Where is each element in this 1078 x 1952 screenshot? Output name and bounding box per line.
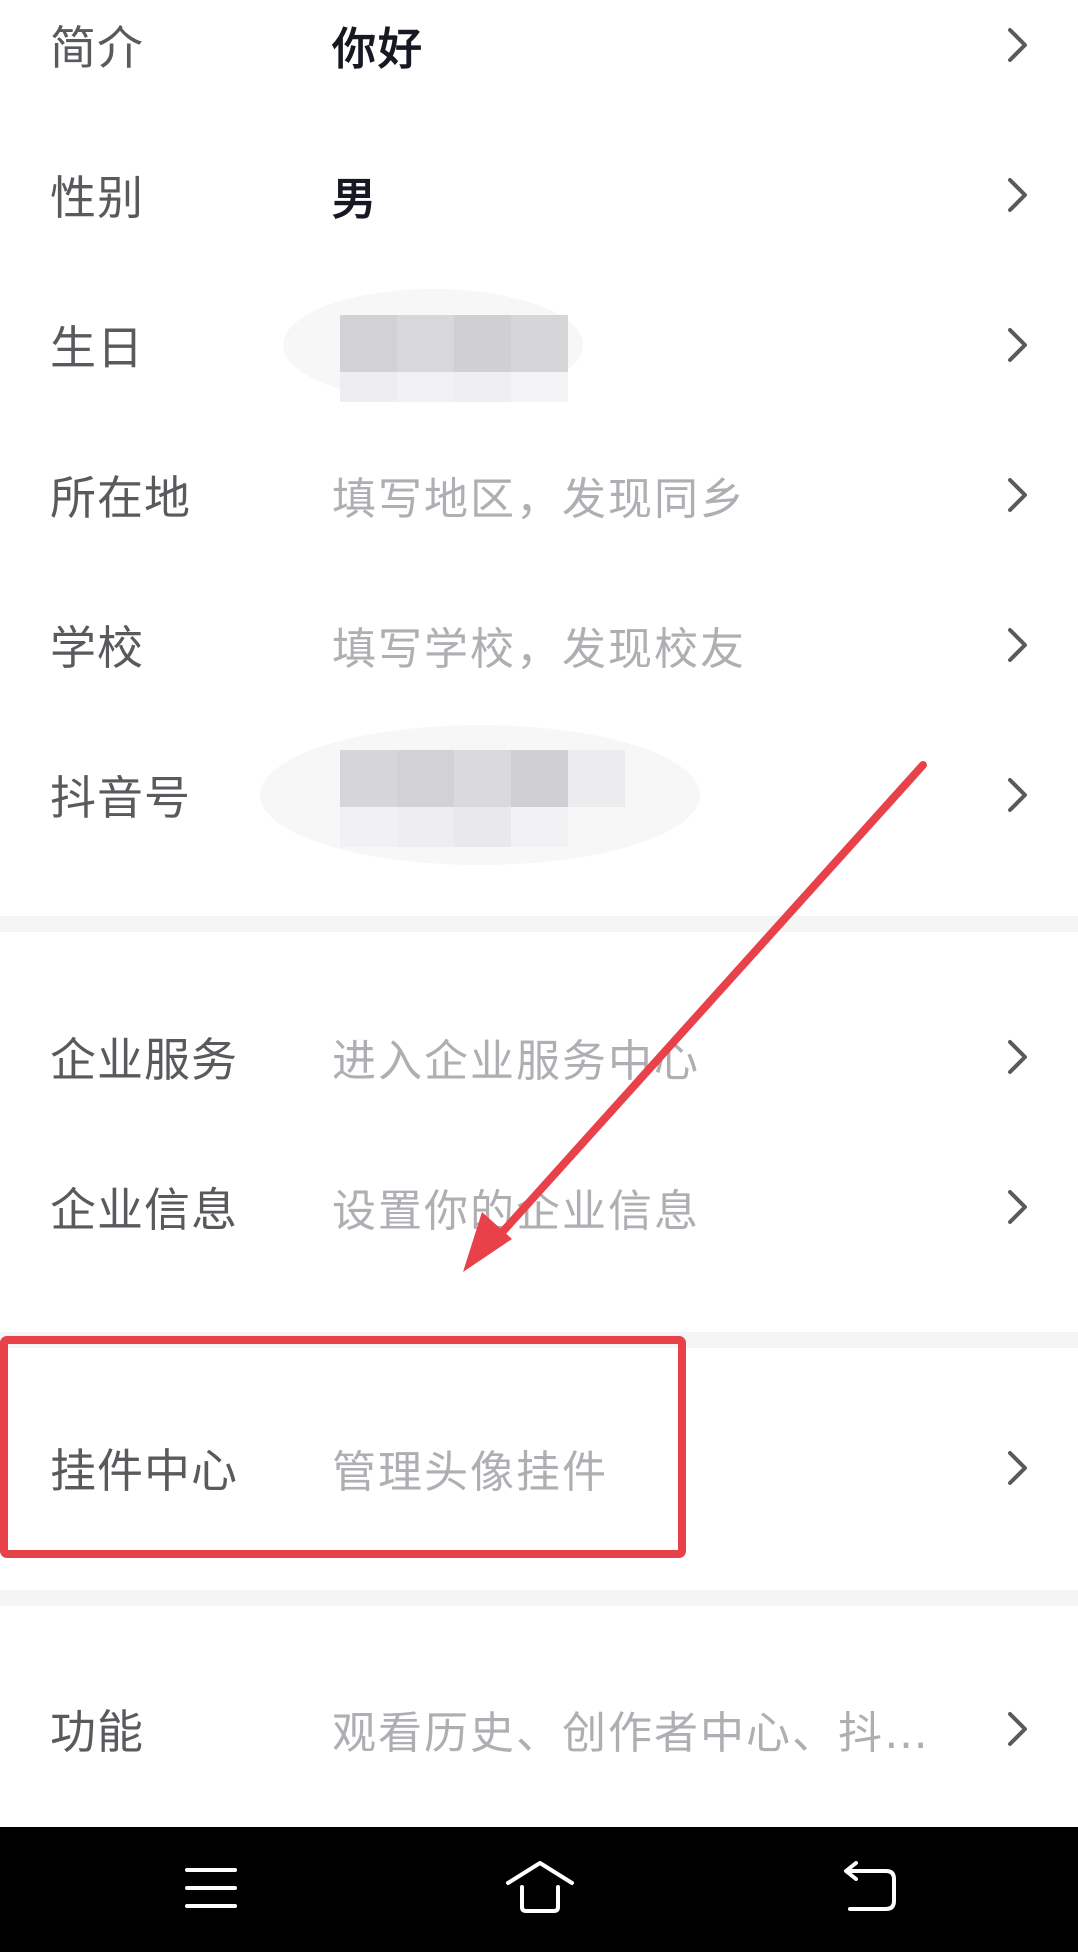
section-divider [0,1590,1078,1606]
profile-row-douyin-id[interactable]: 抖音号 [0,720,1078,870]
blurred-value [260,725,700,865]
chevron-right-icon [1008,1190,1027,1224]
profile-row-school[interactable]: 学校 填写学校，发现校友 [0,570,1078,720]
row-value: 男 [332,174,378,225]
row-value: 设置你的企业信息 [332,1186,700,1237]
menu-icon[interactable] [171,1853,251,1923]
profile-row-gender[interactable]: 性别 男 [0,120,1078,270]
chevron-right-icon [1008,328,1027,362]
row-label: 生日 [50,321,144,375]
back-icon[interactable] [830,1853,910,1923]
profile-row-pendant-center[interactable]: 挂件中心 管理头像挂件 [0,1393,1078,1543]
row-value: 你好 [332,24,424,75]
chevron-right-icon [1008,1712,1027,1746]
chevron-right-icon [1008,28,1027,62]
row-value: 管理头像挂件 [332,1447,608,1498]
profile-row-enterprise-info[interactable]: 企业信息 设置你的企业信息 [0,1132,1078,1282]
row-value: 观看历史、创作者中心、抖… [332,1708,930,1759]
profile-row-bio[interactable]: 简介 你好 [0,0,1078,120]
chevron-right-icon [1008,778,1027,812]
row-label: 简介 [50,21,144,75]
profile-row-birthday[interactable]: 生日 [0,270,1078,420]
chevron-right-icon [1008,1040,1027,1074]
row-value: 填写地区，发现同乡 [332,474,746,525]
row-label: 学校 [50,621,144,675]
profile-row-location[interactable]: 所在地 填写地区，发现同乡 [0,420,1078,570]
row-label: 挂件中心 [50,1444,238,1498]
profile-row-features[interactable]: 功能 观看历史、创作者中心、抖… [0,1654,1078,1804]
profile-row-enterprise-service[interactable]: 企业服务 进入企业服务中心 [0,982,1078,1132]
system-nav-bar [0,1827,1078,1952]
row-label: 企业服务 [50,1033,238,1087]
chevron-right-icon [1008,1451,1027,1485]
row-label: 所在地 [50,471,191,525]
row-label: 企业信息 [50,1183,238,1237]
chevron-right-icon [1008,628,1027,662]
row-value: 进入企业服务中心 [332,1036,700,1087]
section-divider [0,916,1078,932]
row-label: 抖音号 [50,771,191,825]
row-value: 填写学校，发现校友 [332,624,746,675]
home-icon[interactable] [500,1853,580,1923]
chevron-right-icon [1008,478,1027,512]
blurred-value [283,289,583,402]
chevron-right-icon [1008,178,1027,212]
row-label: 性别 [50,171,144,225]
section-divider [0,1332,1078,1348]
row-label: 功能 [50,1705,144,1759]
